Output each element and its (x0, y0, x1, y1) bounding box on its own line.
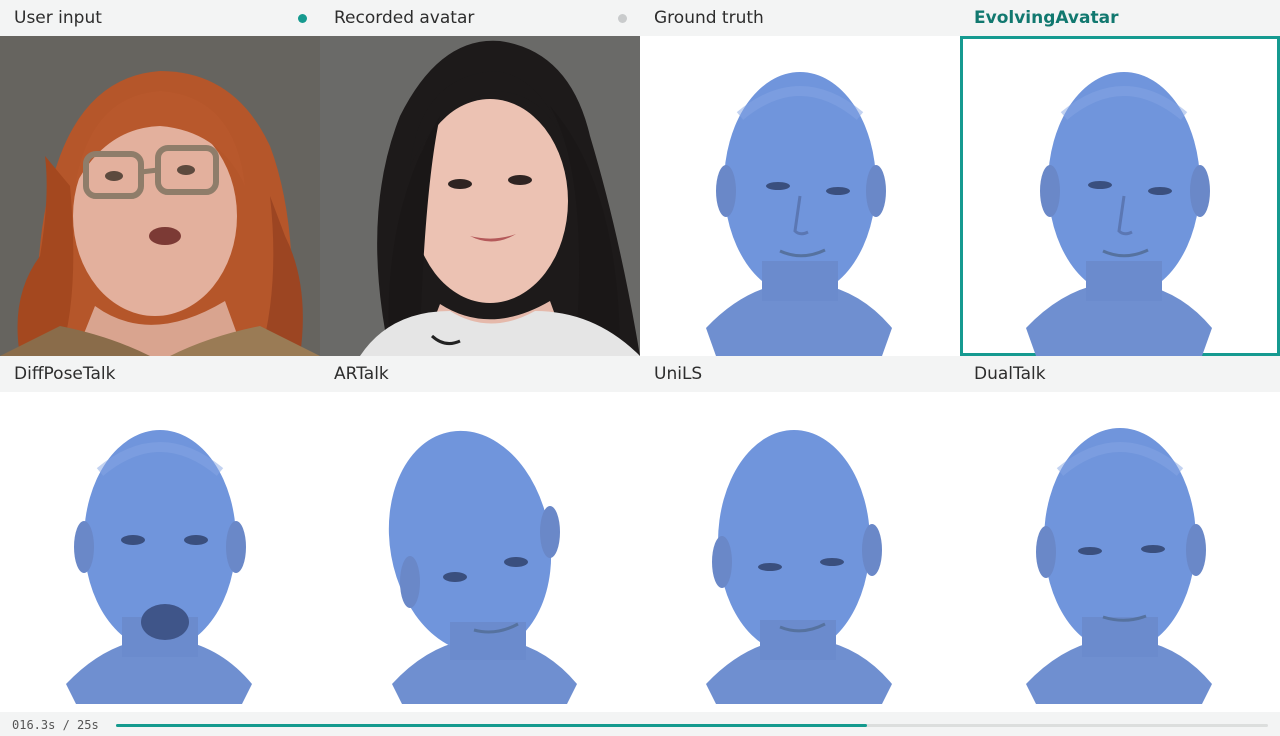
user-input-video[interactable] (0, 36, 320, 356)
diffposetalk-render (0, 392, 320, 712)
bottom-label-bar: DiffPoseTalk ARTalk UniLS DualTalk (0, 356, 1280, 392)
label-ground-truth: Ground truth (654, 8, 764, 28)
playback-progress-track[interactable] (116, 724, 1268, 727)
inactive-indicator-dot (618, 14, 627, 23)
dualtalk-head-mesh (1026, 428, 1212, 704)
label-artalk: ARTalk (334, 364, 389, 384)
unils-render (640, 392, 960, 712)
label-recorded-avatar: Recorded avatar (334, 8, 475, 28)
ground-truth-render (640, 36, 960, 356)
recorded-avatar-video[interactable] (320, 36, 640, 356)
recorded-avatar-portrait (320, 36, 640, 356)
active-indicator-dot (298, 14, 307, 23)
ground-truth-head-mesh (706, 72, 892, 356)
dualtalk-render (960, 392, 1280, 712)
label-diffposetalk: DiffPoseTalk (14, 364, 116, 384)
label-dualtalk: DualTalk (974, 364, 1046, 384)
label-unils: UniLS (654, 364, 703, 384)
unils-head-mesh (706, 430, 892, 704)
evolving-avatar-head-mesh (1026, 72, 1212, 356)
playback-bar: 016.3s / 25s (0, 712, 1280, 736)
diffposetalk-head-mesh (66, 430, 252, 704)
label-evolving-avatar: EvolvingAvatar (974, 8, 1119, 28)
playback-time: 016.3s / 25s (12, 718, 99, 732)
label-user-input: User input (14, 8, 102, 28)
artalk-head-mesh (388, 430, 577, 704)
user-input-portrait (0, 36, 320, 356)
playback-progress-fill (116, 724, 868, 727)
artalk-render (320, 392, 640, 712)
top-label-bar: User input Recorded avatar Ground truth … (0, 0, 1280, 36)
evolving-avatar-render (960, 36, 1280, 356)
